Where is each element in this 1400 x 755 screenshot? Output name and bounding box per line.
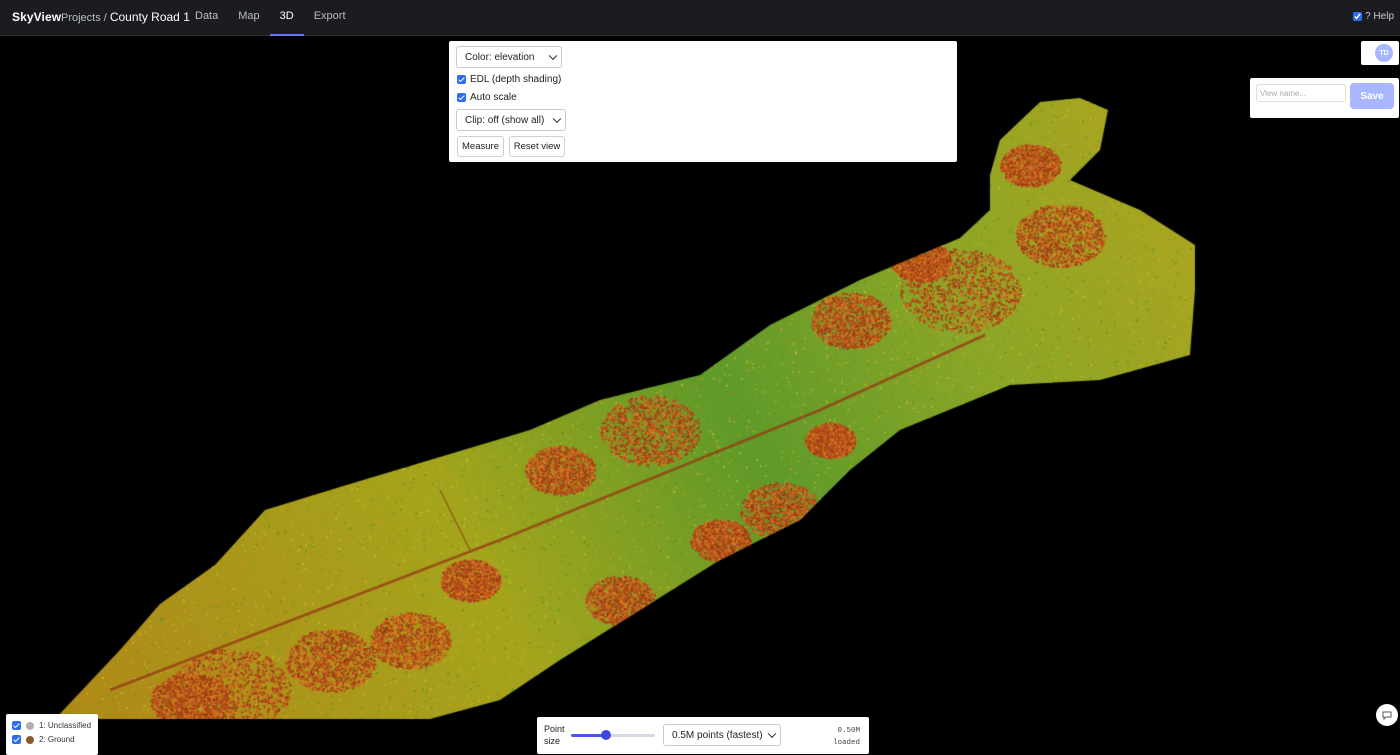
clip-mode-value: Clip: off (show all) [465, 114, 545, 126]
measure-button[interactable]: Measure [457, 136, 504, 157]
point-size-label: Point size [544, 724, 565, 746]
point-size-slider[interactable] [571, 730, 655, 740]
color-mode-value: Color: elevation [465, 51, 535, 63]
breadcrumb: Projects / County Road 1 [61, 10, 190, 24]
help-toggle[interactable]: ? Help [1353, 11, 1394, 22]
help-checkbox[interactable] [1353, 12, 1363, 21]
point-budget-value: 0.5M points (fastest) [672, 729, 763, 741]
chevron-down-icon [548, 51, 558, 61]
save-view-button[interactable]: Save [1350, 83, 1394, 109]
loaded-label: loaded [832, 739, 860, 747]
point-budget-select[interactable]: 0.5M points (fastest) [663, 724, 781, 746]
edl-checkbox-row[interactable]: EDL (depth shading) [457, 74, 561, 85]
tab-3d[interactable]: 3D [269, 0, 304, 36]
legend-label: 2: Ground [39, 735, 75, 744]
loaded-count: 0.50M [837, 727, 860, 735]
checkbox-checked-icon[interactable] [12, 721, 21, 730]
clip-mode-select[interactable]: Clip: off (show all) [456, 109, 566, 131]
legend-item-unclassified[interactable]: 1: Unclassified [12, 721, 91, 730]
user-avatar[interactable]: TD [1375, 44, 1393, 62]
chevron-down-icon [767, 729, 777, 739]
class-color-swatch [26, 721, 34, 730]
tab-data[interactable]: Data [185, 0, 228, 36]
view-name-input[interactable] [1256, 84, 1346, 102]
chat-bubble-icon[interactable] [1376, 704, 1398, 726]
top-nav-bar: SkyView Projects / County Road 1 Data Map … [0, 0, 1400, 36]
breadcrumb-projects-link[interactable]: Projects [61, 12, 101, 24]
loaded-indicator: 0.50M loaded [833, 725, 860, 749]
class-color-swatch [26, 735, 34, 744]
legend-item-ground[interactable]: 2: Ground [12, 735, 75, 744]
edl-label: EDL (depth shading) [470, 74, 562, 85]
point-budget-panel: Point size 0.5M points (fastest) 0.50M lo… [537, 717, 869, 754]
app-brand[interactable]: SkyView [12, 10, 61, 24]
tab-map[interactable]: Map [228, 0, 269, 36]
main-tabs: Data Map 3D Export [185, 0, 356, 36]
viewer-controls-panel: Color: elevation EDL (depth shading) Aut… [449, 41, 957, 162]
classification-legend: 1: Unclassified 2: Ground [6, 714, 98, 755]
tab-export[interactable]: Export [304, 0, 356, 36]
chevron-down-icon [552, 114, 562, 124]
breadcrumb-current: County Road 1 [109, 10, 190, 24]
reset-view-button[interactable]: Reset view [509, 136, 565, 157]
autoscale-label: Auto scale [470, 92, 517, 103]
slider-thumb[interactable] [601, 730, 612, 740]
help-label: ? Help [1365, 11, 1394, 22]
chat-bubble-glyph [1382, 711, 1392, 721]
breadcrumb-separator: / [103, 12, 107, 24]
legend-label: 1: Unclassified [39, 721, 92, 730]
color-mode-select[interactable]: Color: elevation [456, 46, 562, 68]
checkbox-checked-icon[interactable] [457, 93, 466, 102]
autoscale-checkbox-row[interactable]: Auto scale [457, 92, 517, 103]
checkbox-checked-icon[interactable] [12, 735, 21, 744]
checkbox-checked-icon[interactable] [457, 75, 466, 84]
